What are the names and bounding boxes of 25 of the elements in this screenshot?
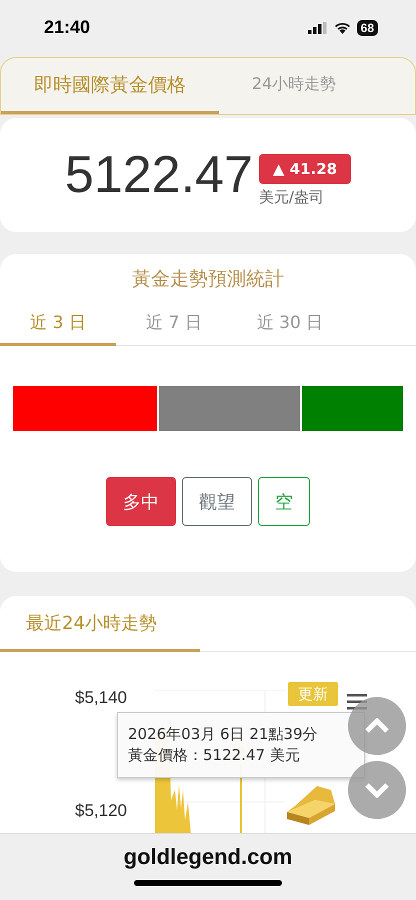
- chevron-down-icon: [364, 782, 390, 798]
- refresh-button[interactable]: 更新: [288, 682, 338, 706]
- status-time: 21:40: [44, 17, 90, 38]
- period-tab[interactable]: 近 30 日: [232, 302, 348, 346]
- trend-tab[interactable]: 最近24小時走勢: [0, 596, 200, 652]
- y-axis-label: $5,140: [75, 688, 127, 708]
- site-address: goldlegend.com: [124, 844, 292, 870]
- tooltip-price: 黃金價格：5122.47 美元: [128, 746, 301, 765]
- period-tab[interactable]: 近 3 日: [0, 302, 116, 346]
- chevron-up-icon: [364, 718, 390, 734]
- y-axis-label: $5,120: [75, 801, 127, 821]
- forecast-button[interactable]: 觀望: [182, 477, 252, 526]
- price-change-badge: ▲ 41.28: [258, 154, 352, 184]
- forecast-title: 黃金走勢預測統計: [132, 267, 284, 292]
- tooltip-date: 2026年03月 6日 21點39分: [128, 725, 319, 744]
- forecast-button[interactable]: 多中: [106, 477, 176, 526]
- wifi-icon: [334, 22, 351, 34]
- signal-icon: [308, 22, 328, 34]
- forecast-button[interactable]: 空: [258, 477, 310, 526]
- price-unit: 美元/盎司: [258, 188, 324, 206]
- section-tab[interactable]: 即時國際黃金價格: [1, 58, 219, 114]
- price-value: 5122.47: [64, 145, 253, 205]
- battery-level: 68: [356, 20, 378, 36]
- section-tab[interactable]: 24小時走勢: [219, 58, 369, 114]
- period-tab[interactable]: 近 7 日: [116, 302, 232, 346]
